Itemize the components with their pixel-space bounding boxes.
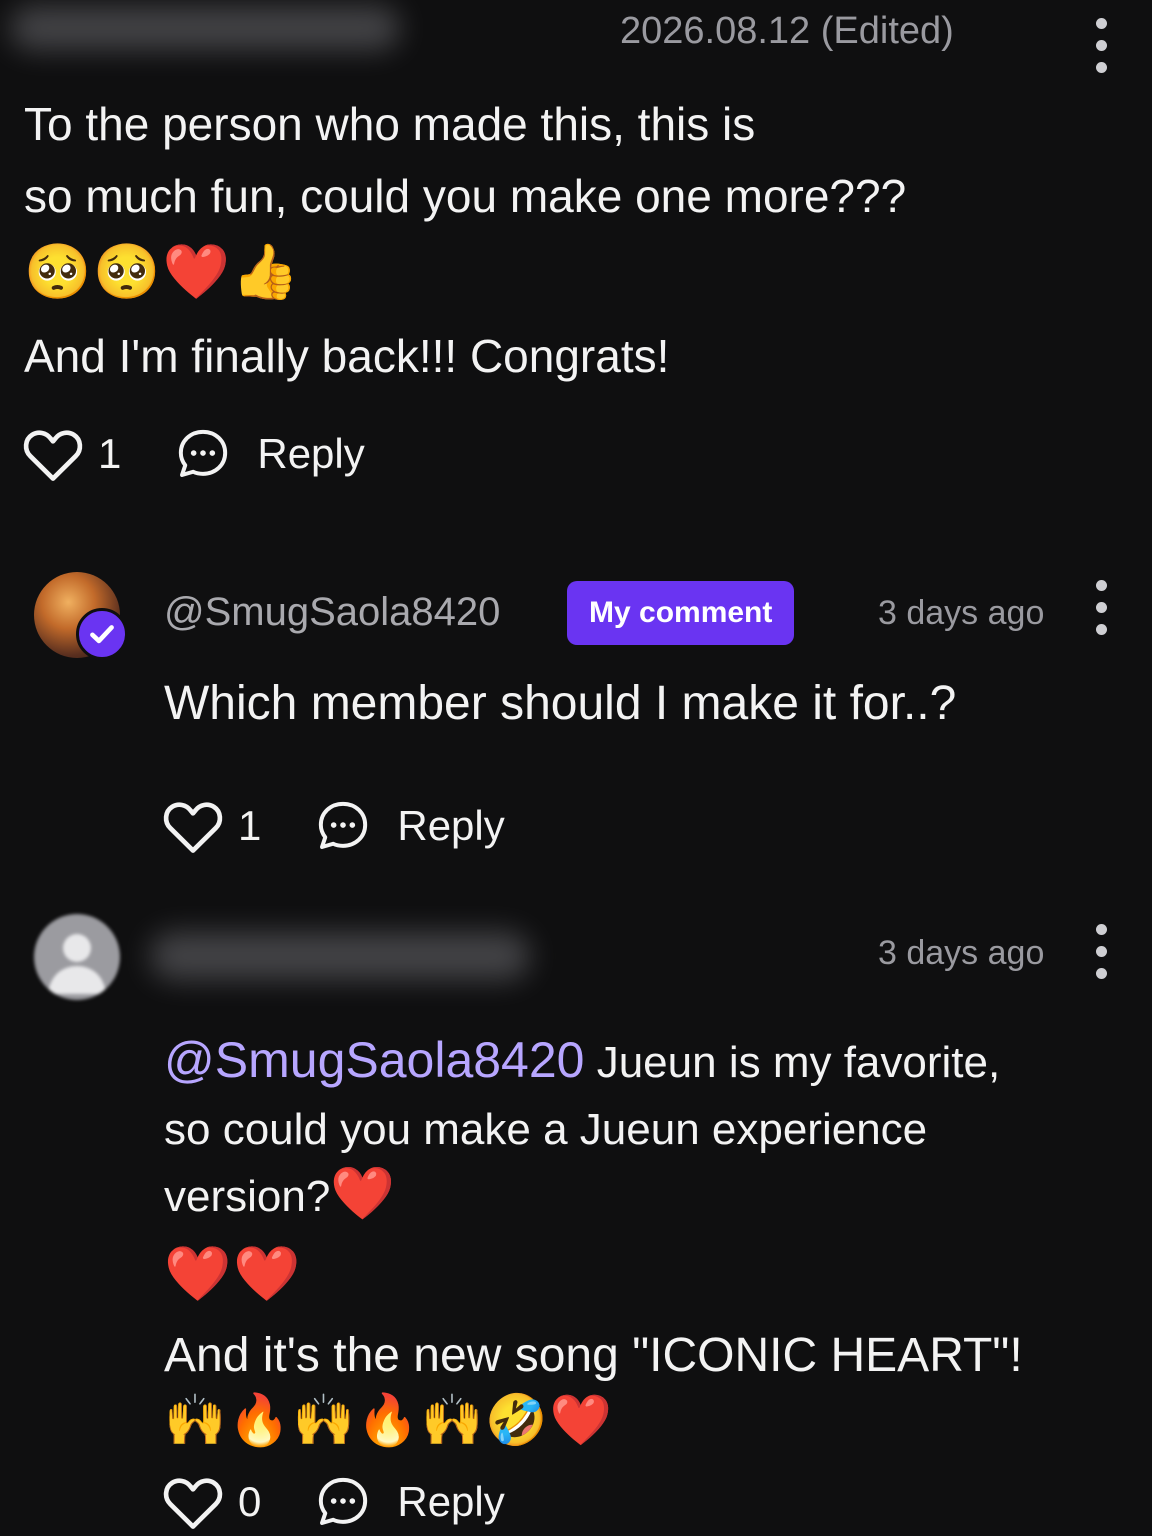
comment-text: Jueun is my favorite, [584,1038,1001,1087]
comment-text-line: Which member should I make it for..? [164,677,957,730]
mention-link[interactable]: @SmugSaola8420 [164,1032,584,1088]
emoji-row: 🥺🥺❤️👍 [24,240,301,303]
redacted-username [150,932,530,980]
like-count: 1 [238,802,262,849]
comment-actions: 0 Reply [162,1470,505,1534]
comment-text-line: And I'm finally back!!! Congrats! [24,330,670,382]
emoji-row: 🙌🔥🙌🔥🙌🤣❤️ [164,1391,614,1449]
verified-badge-icon [76,608,128,660]
like-count: 1 [98,430,122,477]
comment-text-line: version?❤️ [164,1158,397,1233]
redacted-username [10,6,400,50]
heart-icon[interactable] [22,425,84,483]
comment-timestamp: 3 days ago [878,594,1045,632]
comment-text: version? [164,1172,331,1221]
heart-emoji: ❤️ [330,1164,398,1224]
comment-actions: 1 Reply [22,422,365,486]
more-options-icon[interactable] [1086,580,1116,635]
reply-bubble-icon[interactable] [175,426,231,482]
comment-timestamp: 3 days ago [878,934,1045,972]
reply-button[interactable]: Reply [257,430,364,478]
comment-username[interactable]: @SmugSaola8420 [164,590,500,635]
comment-text-line: so could you make a Jueun experience [164,1105,928,1154]
more-options-icon[interactable] [1086,924,1116,979]
heart-icon[interactable] [162,797,224,855]
comment-text-line: And it's the new song "ICONIC HEART"! [164,1329,1023,1382]
heart-icon[interactable] [162,1473,224,1531]
more-options-icon[interactable] [1086,18,1116,73]
reply-bubble-icon[interactable] [315,798,371,854]
default-avatar-icon[interactable] [34,914,120,1000]
like-count: 0 [238,1478,262,1525]
comment-text-line: To the person who made this, this is [24,98,756,150]
reply-button[interactable]: Reply [397,802,504,850]
comment-actions: 1 Reply [162,794,505,858]
reply-button[interactable]: Reply [397,1478,504,1526]
comment-text-line: so much fun, could you make one more??? [24,170,907,222]
comment-text-line: @SmugSaola8420 Jueun is my favorite, [164,1024,1000,1099]
my-comment-badge: My comment [567,581,795,645]
emoji-row: ❤️❤️ [164,1242,303,1305]
reply-bubble-icon[interactable] [315,1474,371,1530]
comment-timestamp: 2026.08.12 (Edited) [620,10,954,52]
